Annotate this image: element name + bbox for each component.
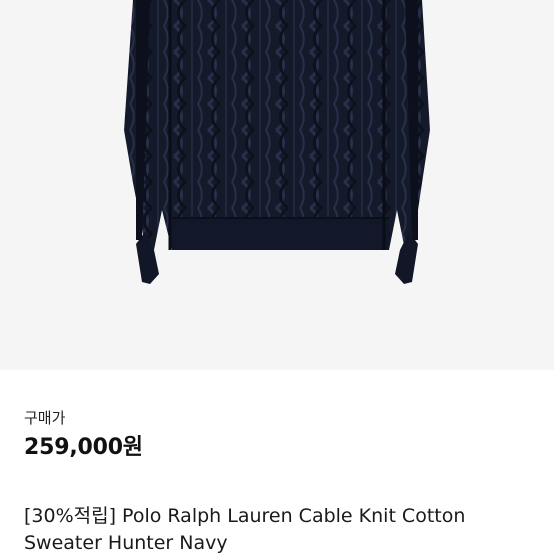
price-label: 구매가 [24,409,66,427]
price-value: 259,000원 [24,435,143,460]
product-info: 구매가 259,000원 [30%적립] Polo Ralph Lauren C… [0,370,554,554]
product-image[interactable] [0,0,554,370]
sweater-image [124,0,430,284]
sweater-waistband [172,218,389,250]
product-page: 구매가 259,000원 [30%적립] Polo Ralph Lauren C… [0,0,554,554]
product-title: [30%적립] Polo Ralph Lauren Cable Knit Cot… [24,505,466,554]
